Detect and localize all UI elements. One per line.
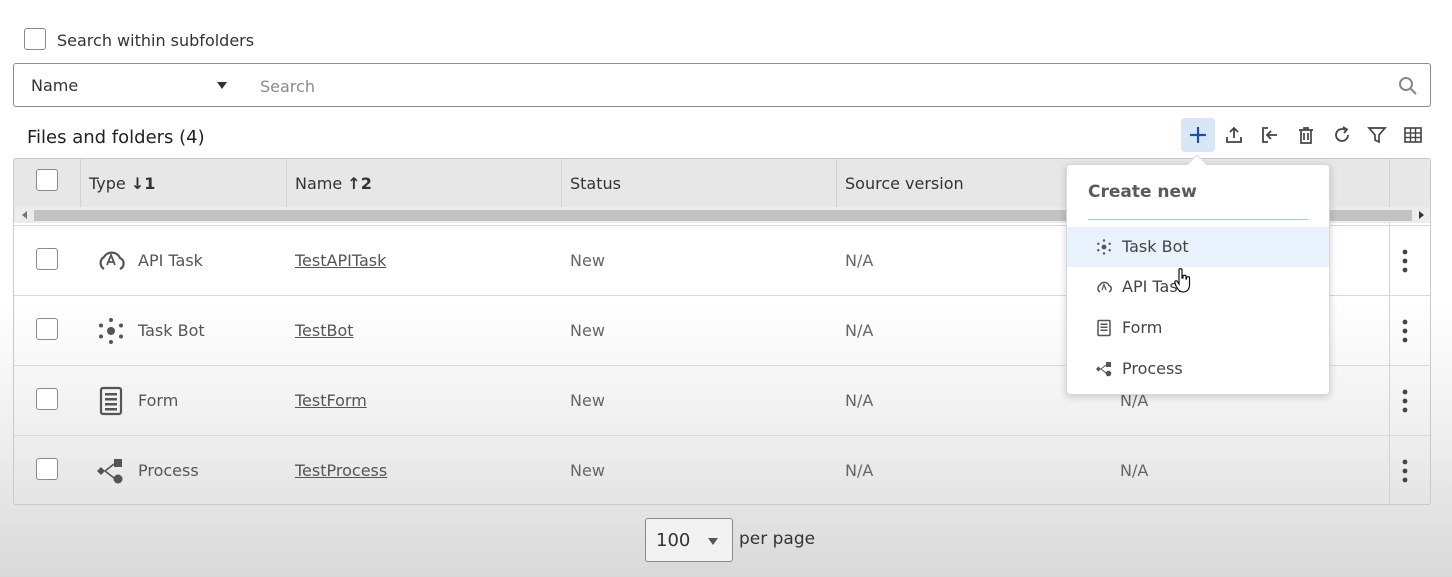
create-new-button[interactable]	[1181, 118, 1215, 152]
hand-cursor-icon	[1174, 268, 1191, 293]
column-status[interactable]: Status	[570, 174, 621, 193]
import-button[interactable]	[1253, 118, 1287, 152]
row-name-link[interactable]: TestBot	[295, 321, 354, 340]
search-icon[interactable]	[1398, 76, 1418, 96]
row-name-link[interactable]: TestAPITask	[295, 251, 386, 270]
upload-button[interactable]	[1217, 118, 1251, 152]
row-actions-button[interactable]	[1390, 246, 1420, 276]
row-checkbox[interactable]	[36, 458, 58, 480]
upload-icon	[1226, 126, 1242, 143]
row-actions-button[interactable]	[1390, 316, 1420, 346]
row-name-link[interactable]: TestForm	[295, 391, 367, 410]
search-field-value: Name	[31, 76, 79, 95]
row-type: Form	[138, 391, 179, 410]
sort-indicator-name: ↑2	[347, 174, 372, 193]
select-all-checkbox[interactable]	[36, 169, 58, 191]
columns-button[interactable]	[1396, 118, 1430, 152]
columns-icon	[1404, 127, 1422, 143]
row-status: New	[570, 391, 605, 410]
row-checkbox[interactable]	[36, 318, 58, 340]
row-name-link[interactable]: TestProcess	[295, 461, 387, 480]
import-icon	[1262, 127, 1277, 143]
menu-item-form[interactable]: Form	[1067, 308, 1329, 348]
menu-item-label: Form	[1122, 318, 1163, 337]
row-actions-button[interactable]	[1390, 456, 1420, 486]
row-status: New	[570, 321, 605, 340]
menu-item-task-bot[interactable]: Task Bot	[1067, 227, 1329, 267]
row-status: New	[570, 461, 605, 480]
row-source-version: N/A	[845, 461, 874, 480]
scroll-right-icon[interactable]	[1419, 211, 1424, 219]
menu-item-label: Task Bot	[1122, 237, 1189, 256]
column-type[interactable]: Type ↓1	[89, 174, 155, 193]
menu-divider	[1088, 219, 1308, 220]
search-input[interactable]	[260, 74, 1360, 98]
kebab-menu-icon	[1402, 389, 1408, 413]
row-type: Task Bot	[138, 321, 205, 340]
row-checkbox[interactable]	[36, 248, 58, 270]
kebab-menu-icon	[1402, 319, 1408, 343]
filter-icon	[1367, 127, 1387, 144]
page-size-select[interactable]: 100	[645, 518, 733, 562]
caret-down-icon	[708, 538, 718, 545]
kebab-menu-icon	[1402, 459, 1408, 483]
row-source-version: N/A	[845, 321, 874, 340]
row-source-version: N/A	[845, 391, 874, 410]
row-type: API Task	[138, 251, 203, 270]
row-status: New	[570, 251, 605, 270]
menu-item-label: Process	[1122, 359, 1183, 378]
menu-item-api-task[interactable]: API Task	[1067, 267, 1329, 307]
row-source-version: N/A	[845, 251, 874, 270]
column-name[interactable]: Name ↑2	[295, 174, 372, 193]
row-checkbox[interactable]	[36, 388, 58, 410]
plus-icon	[1190, 127, 1206, 143]
row-type: Process	[138, 461, 199, 480]
api-task-icon	[99, 251, 125, 271]
create-new-menu: Create new Task Bot API Task Form Proces…	[1066, 164, 1330, 395]
trash-icon	[1299, 127, 1313, 144]
menu-item-process[interactable]: Process	[1067, 349, 1329, 389]
column-source-version[interactable]: Source version	[845, 174, 964, 193]
task-bot-icon	[1097, 239, 1111, 255]
sort-indicator-type: ↓1	[130, 174, 156, 193]
scroll-left-icon[interactable]	[22, 211, 27, 219]
row-extra: N/A	[1120, 461, 1149, 480]
search-subfolders-label: Search within subfolders	[57, 31, 255, 50]
row-actions-button[interactable]	[1390, 386, 1420, 416]
refresh-button[interactable]	[1325, 118, 1359, 152]
files-folders-title: Files and folders (4)	[27, 127, 205, 148]
form-icon	[99, 386, 123, 416]
per-page-label: per page	[739, 529, 816, 549]
form-icon	[1097, 319, 1111, 337]
search-box[interactable]	[244, 63, 1431, 107]
kebab-menu-icon	[1402, 249, 1408, 273]
table-row[interactable]: Process TestProcess New N/A N/A	[14, 435, 1430, 504]
refresh-icon	[1335, 126, 1349, 142]
page-size-value: 100	[656, 530, 691, 551]
process-icon	[1096, 362, 1112, 377]
delete-button[interactable]	[1289, 118, 1323, 152]
filter-button[interactable]	[1360, 118, 1394, 152]
search-subfolders-checkbox[interactable]	[24, 28, 46, 50]
menu-title: Create new	[1088, 182, 1197, 202]
task-bot-icon	[99, 318, 123, 344]
caret-down-icon	[217, 82, 227, 89]
api-task-icon	[1097, 281, 1112, 293]
process-icon	[97, 459, 123, 484]
search-field-select[interactable]: Name	[13, 63, 245, 107]
